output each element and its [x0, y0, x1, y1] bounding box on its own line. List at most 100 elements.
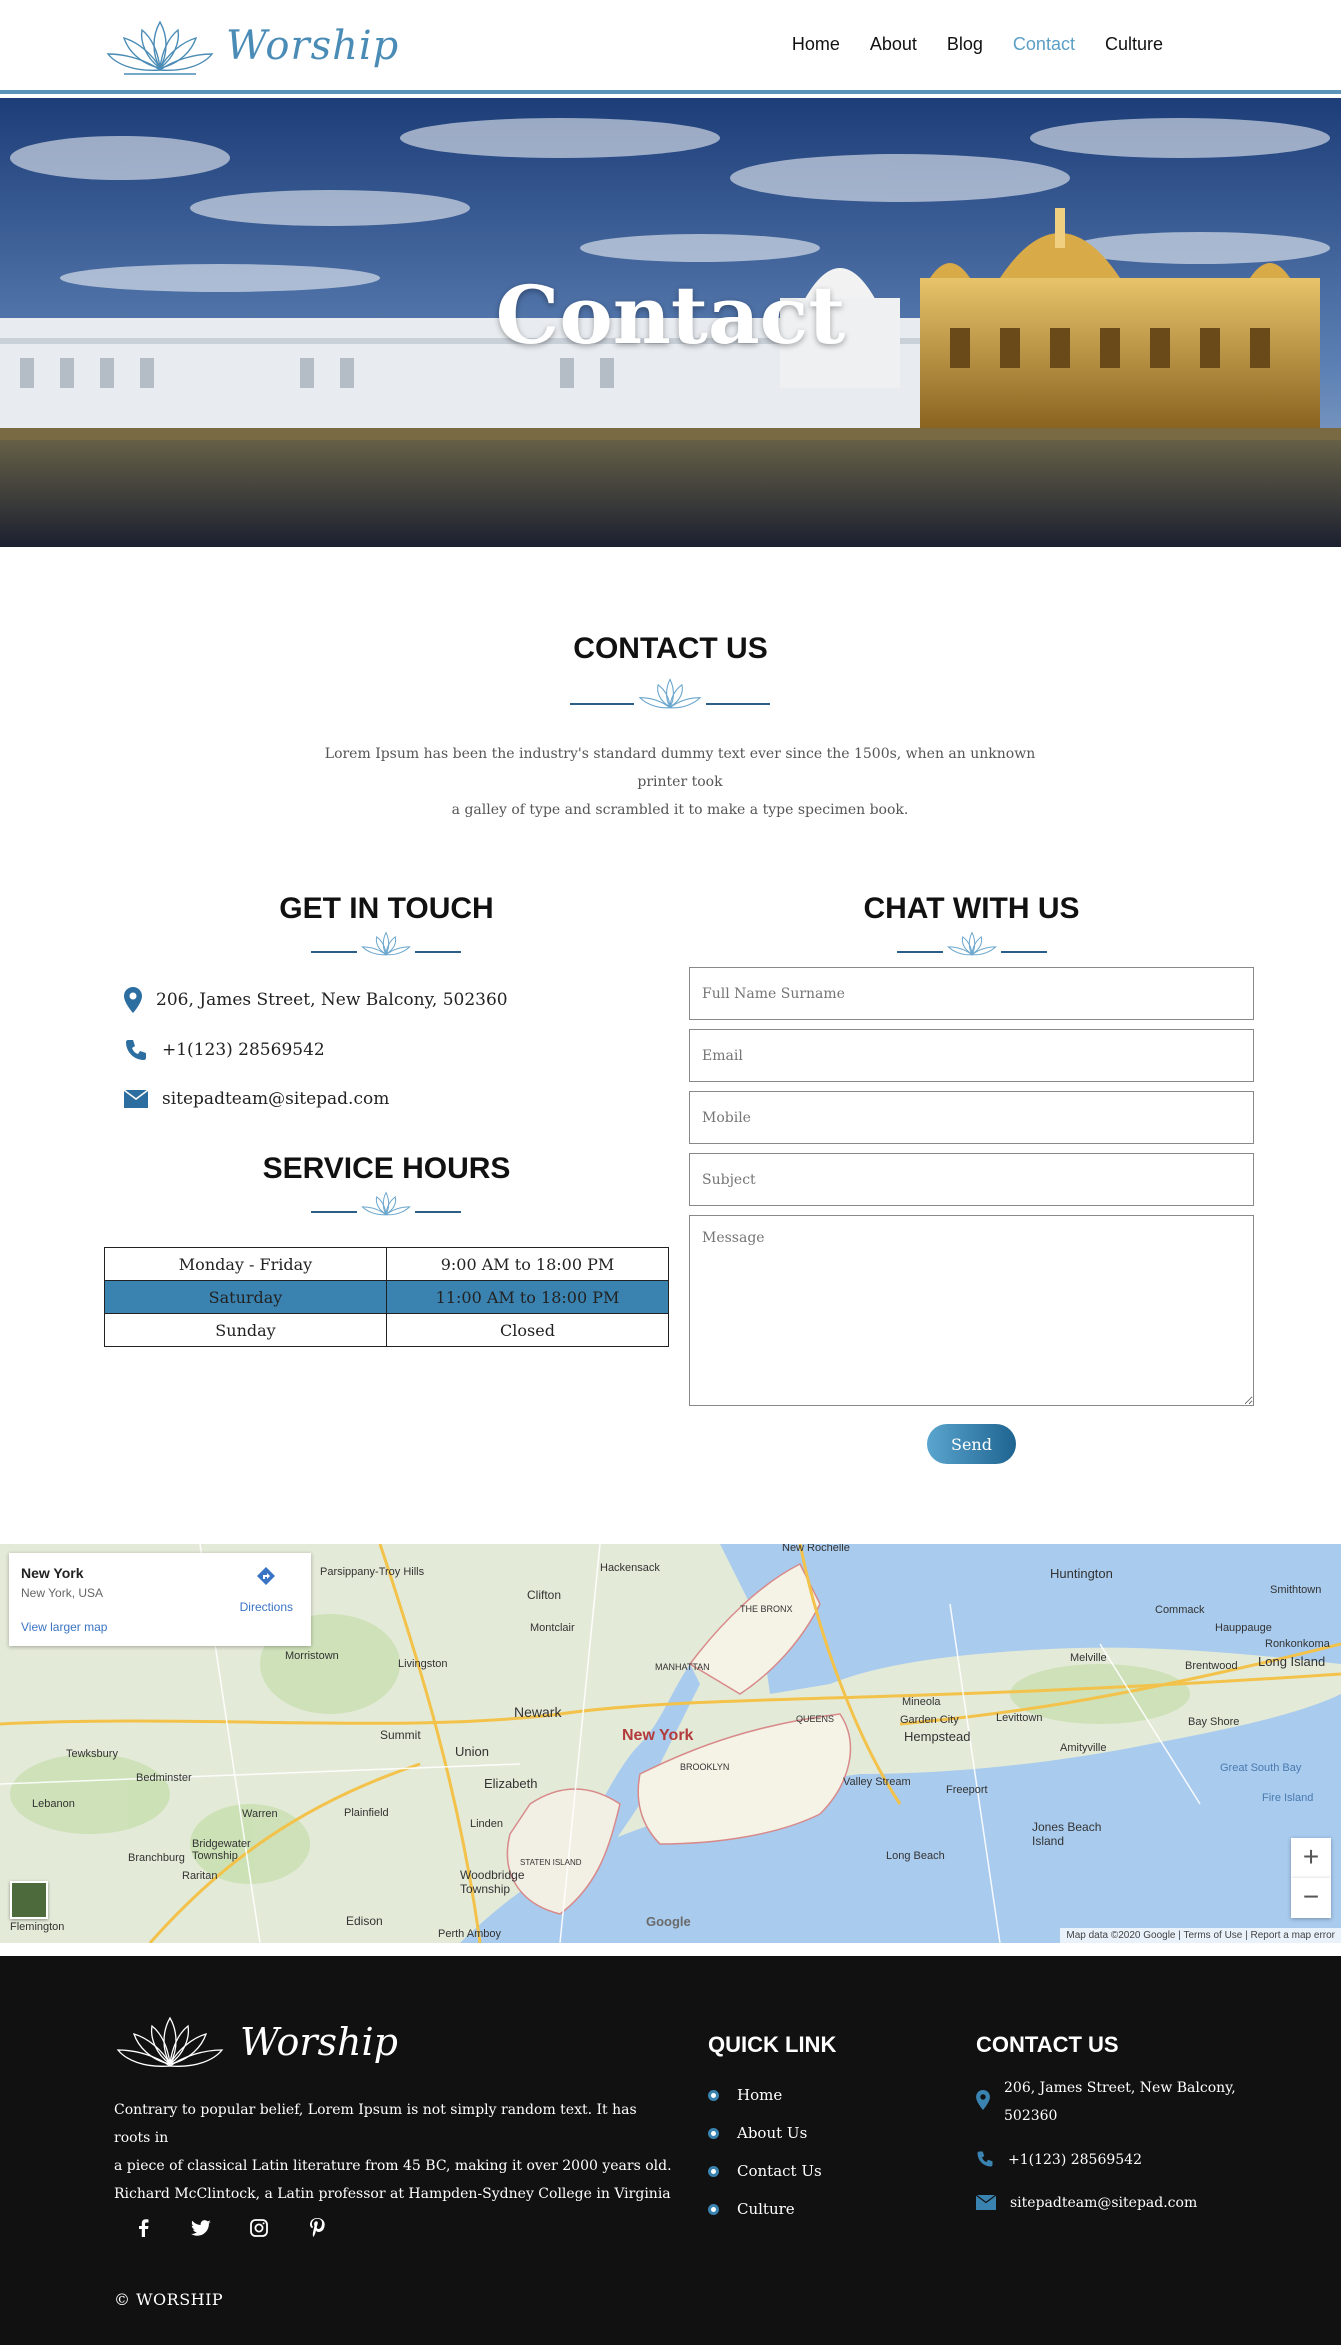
footer-email-text[interactable]: sitepadteam@sitepad.com	[1010, 2189, 1197, 2217]
map-label-queens: QUEENS	[796, 1714, 835, 1724]
map-label-montclair: Montclair	[530, 1622, 575, 1634]
map-label-tewksbury: Tewksbury	[66, 1748, 118, 1760]
map-label-hackensack: Hackensack	[600, 1562, 660, 1574]
map-label-brooklyn: BROOKLYN	[680, 1762, 730, 1772]
pinterest-icon[interactable]	[302, 2213, 332, 2243]
about-line: Richard McClintock, a Latin professor at…	[114, 2186, 671, 2202]
email-row: sitepadteam@sitepad.com	[124, 1089, 389, 1109]
day-cell: Sunday	[104, 1313, 387, 1347]
zoom-in-button[interactable]: +	[1291, 1838, 1331, 1878]
chat-with-us-heading: CHAT WITH US	[863, 892, 1080, 925]
bullet-icon	[708, 2203, 719, 2215]
time-cell: 11:00 AM to 18:00 PM	[386, 1280, 669, 1314]
nav-home[interactable]: Home	[792, 34, 840, 55]
brand-logo[interactable]: Worship	[104, 14, 399, 78]
time-cell: 9:00 AM to 18:00 PM	[386, 1247, 669, 1281]
address-line: 502360	[1004, 2108, 1058, 2124]
map-label-hauppauge: Hauppauge	[1215, 1622, 1272, 1634]
map-label-great-south-bay: Great South Bay	[1220, 1762, 1302, 1774]
map-label-bronx: THE BRONX	[740, 1604, 793, 1614]
address-row: 206, James Street, New Balcony, 502360	[124, 987, 508, 1013]
directions-icon[interactable]	[255, 1565, 277, 1587]
full-name-input[interactable]	[689, 967, 1254, 1020]
satellite-toggle[interactable]	[10, 1881, 48, 1919]
map-label-bridgewater: Bridgewater Township	[192, 1838, 251, 1862]
map-label-clifton: Clifton	[527, 1588, 562, 1602]
map-label-summit: Summit	[380, 1728, 421, 1742]
phone-icon	[126, 1040, 146, 1060]
footer-link-culture[interactable]: Culture	[708, 2200, 795, 2218]
footer-phone-text[interactable]: +1(123) 28569542	[1008, 2146, 1142, 2174]
map-label-melville: Melville	[1070, 1652, 1107, 1664]
map-label-valley-stream: Valley Stream	[843, 1776, 911, 1788]
footer-brand-name: Worship	[240, 2020, 398, 2064]
envelope-icon	[976, 2195, 996, 2210]
footer-link-about[interactable]: About Us	[708, 2124, 807, 2142]
google-map[interactable]: Clifton Hackensack New Rochelle Parsippa…	[0, 1544, 1341, 1943]
map-label-perth-amboy: Perth Amboy	[438, 1928, 501, 1940]
nav-blog[interactable]: Blog	[947, 34, 983, 55]
map-label-garden-city: Garden City	[900, 1714, 959, 1726]
phone-text[interactable]: +1(123) 28569542	[162, 1040, 325, 1060]
map-label-fire-island: Fire Island	[1262, 1792, 1314, 1804]
facebook-icon[interactable]	[128, 2213, 158, 2243]
map-label-branchburg: Branchburg	[128, 1852, 185, 1864]
map-label-staten: STATEN ISLAND	[520, 1858, 582, 1867]
footer-about: Contrary to popular belief, Lorem Ipsum …	[114, 2096, 674, 2208]
map-label-elizabeth: Elizabeth	[484, 1776, 538, 1791]
directions-link[interactable]: Directions	[240, 1600, 293, 1614]
mobile-input[interactable]	[689, 1091, 1254, 1144]
map-label-plainfield: Plainfield	[344, 1807, 389, 1819]
subject-input[interactable]	[689, 1153, 1254, 1206]
lotus-icon	[361, 931, 411, 956]
nav-contact[interactable]: Contact	[1013, 34, 1075, 55]
address-line: 206, James Street, New Balcony,	[1004, 2080, 1236, 2096]
hero-banner: Contact	[0, 98, 1341, 547]
map-label-parsippany: Parsippany-Troy Hills	[320, 1566, 425, 1578]
footer-contact-title: CONTACT US	[976, 2032, 1119, 2057]
map-label-newark: Newark	[514, 1704, 562, 1720]
message-textarea[interactable]	[689, 1215, 1254, 1406]
intro-line: a galley of type and scrambled it to mak…	[451, 802, 909, 818]
nav-about[interactable]: About	[870, 34, 917, 55]
map-label-ronkonkoma: Ronkonkoma	[1265, 1638, 1330, 1650]
map-label-levittown: Levittown	[996, 1712, 1043, 1724]
footer-link-home[interactable]: Home	[708, 2086, 782, 2104]
footer-link-contact[interactable]: Contact Us	[708, 2162, 822, 2180]
email-field[interactable]	[689, 1029, 1254, 1082]
map-label-edison: Edison	[346, 1914, 383, 1928]
lotus-icon	[947, 931, 997, 956]
nav-culture[interactable]: Culture	[1105, 34, 1163, 55]
about-line: Contrary to popular belief, Lorem Ipsum …	[114, 2102, 637, 2146]
footer-phone: +1(123) 28569542	[976, 2146, 1142, 2174]
service-hours-heading: SERVICE HOURS	[262, 1152, 511, 1185]
lotus-divider	[286, 926, 486, 962]
footer-link-label: Culture	[737, 2200, 795, 2218]
send-button[interactable]: Send	[927, 1424, 1016, 1464]
copyright: © WORSHIP	[114, 2290, 224, 2309]
phone-row: +1(123) 28569542	[124, 1038, 325, 1062]
map-label-bay-shore: Bay Shore	[1188, 1716, 1240, 1728]
google-logo: Google	[646, 1914, 691, 1929]
contact-intro: Lorem Ipsum has been the industry's stan…	[300, 740, 1060, 824]
day-cell: Monday - Friday	[104, 1247, 387, 1281]
view-larger-map-link[interactable]: View larger map	[21, 1620, 107, 1634]
zoom-out-button[interactable]: −	[1291, 1878, 1331, 1918]
map-label-union: Union	[455, 1744, 489, 1759]
map-attribution[interactable]: Map data ©2020 Google | Terms of Use | R…	[1060, 1928, 1341, 1943]
instagram-icon[interactable]	[244, 2213, 274, 2243]
map-label-bedminster: Bedminster	[136, 1772, 192, 1784]
map-label-raritan: Raritan	[182, 1870, 218, 1882]
map-label-new-york: New York	[622, 1727, 694, 1744]
footer-link-label: Contact Us	[737, 2162, 822, 2180]
lotus-divider	[286, 1186, 486, 1222]
footer-link-label: Home	[737, 2086, 783, 2104]
footer-logo[interactable]: Worship	[114, 2010, 398, 2074]
lotus-icon	[106, 20, 214, 75]
envelope-icon	[124, 1090, 148, 1108]
hero-title: Contact	[495, 268, 846, 362]
footer-link-label: About Us	[737, 2124, 808, 2142]
twitter-icon[interactable]	[186, 2213, 216, 2243]
email-text[interactable]: sitepadteam@sitepad.com	[162, 1089, 389, 1109]
footer-address: 206, James Street, New Balcony, 502360	[976, 2074, 1236, 2130]
